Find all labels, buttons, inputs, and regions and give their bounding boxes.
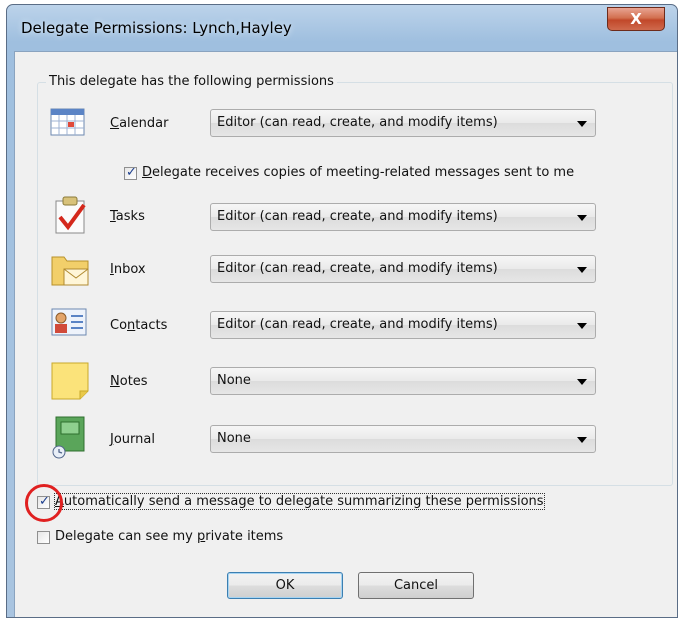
chevron-down-icon	[577, 437, 587, 443]
groupbox-legend: This delegate has the following permissi…	[46, 74, 337, 89]
tasks-permission-select[interactable]: Editor (can read, create, and modify ite…	[210, 203, 596, 231]
permission-row-contacts: Contacts Editor (can read, create, and m…	[38, 305, 672, 349]
auto-send-summary-label[interactable]: Automatically send a message to delegate…	[54, 493, 545, 510]
permissions-groupbox: This delegate has the following permissi…	[37, 74, 673, 486]
calendar-permission-select[interactable]: Editor (can read, create, and modify ite…	[210, 109, 596, 137]
chevron-down-icon	[577, 215, 587, 221]
calendar-label: Calendar	[110, 116, 169, 131]
journal-permission-value: None	[217, 431, 251, 446]
meeting-copies-label[interactable]: Delegate receives copies of meeting-rela…	[142, 165, 574, 180]
chevron-down-icon	[577, 121, 587, 127]
journal-icon	[50, 415, 90, 459]
cancel-button[interactable]: Cancel	[358, 572, 474, 599]
inbox-icon	[50, 249, 90, 289]
notes-permission-select[interactable]: None	[210, 367, 596, 395]
private-items-label[interactable]: Delegate can see my private items	[55, 529, 283, 544]
dialog-window: Delegate Permissions: Lynch,Hayley X Thi…	[6, 4, 678, 618]
contacts-label: Contacts	[110, 318, 168, 333]
tasks-icon	[50, 195, 90, 235]
permission-row-calendar: Calendar Editor (can read, create, and m…	[38, 103, 672, 147]
close-icon: X	[630, 10, 642, 28]
tasks-permission-value: Editor (can read, create, and modify ite…	[217, 209, 498, 224]
calendar-icon	[50, 107, 90, 147]
checkmark-icon: ✓	[126, 165, 137, 180]
meeting-copies-checkbox[interactable]: ✓	[124, 165, 137, 180]
inbox-label: Inbox	[110, 262, 146, 277]
contacts-permission-value: Editor (can read, create, and modify ite…	[217, 317, 498, 332]
private-items-checkbox[interactable]	[37, 531, 50, 544]
permission-row-tasks: Tasks Editor (can read, create, and modi…	[38, 195, 672, 239]
journal-permission-select[interactable]: None	[210, 425, 596, 453]
dialog-title: Delegate Permissions: Lynch,Hayley	[21, 19, 292, 37]
tasks-label: Tasks	[110, 209, 145, 224]
permission-row-notes: Notes None	[38, 361, 672, 405]
chevron-down-icon	[577, 267, 587, 273]
dialog-body: This delegate has the following permissi…	[14, 51, 677, 617]
notes-icon	[50, 361, 90, 401]
contacts-icon	[50, 305, 90, 345]
title-bar[interactable]: Delegate Permissions: Lynch,Hayley X	[7, 5, 677, 57]
calendar-permission-value: Editor (can read, create, and modify ite…	[217, 115, 498, 130]
permission-row-inbox: Inbox Editor (can read, create, and modi…	[38, 249, 672, 293]
inbox-permission-select[interactable]: Editor (can read, create, and modify ite…	[210, 255, 596, 283]
ok-button[interactable]: OK	[227, 572, 343, 599]
permission-row-journal: Journal None	[38, 416, 672, 463]
inbox-permission-value: Editor (can read, create, and modify ite…	[217, 261, 498, 276]
notes-label: Notes	[110, 374, 148, 389]
chevron-down-icon	[577, 323, 587, 329]
notes-permission-value: None	[217, 373, 251, 388]
close-button[interactable]: X	[607, 7, 665, 31]
contacts-permission-select[interactable]: Editor (can read, create, and modify ite…	[210, 311, 596, 339]
highlight-circle	[25, 484, 63, 522]
journal-label: Journal	[110, 432, 155, 447]
chevron-down-icon	[577, 379, 587, 385]
